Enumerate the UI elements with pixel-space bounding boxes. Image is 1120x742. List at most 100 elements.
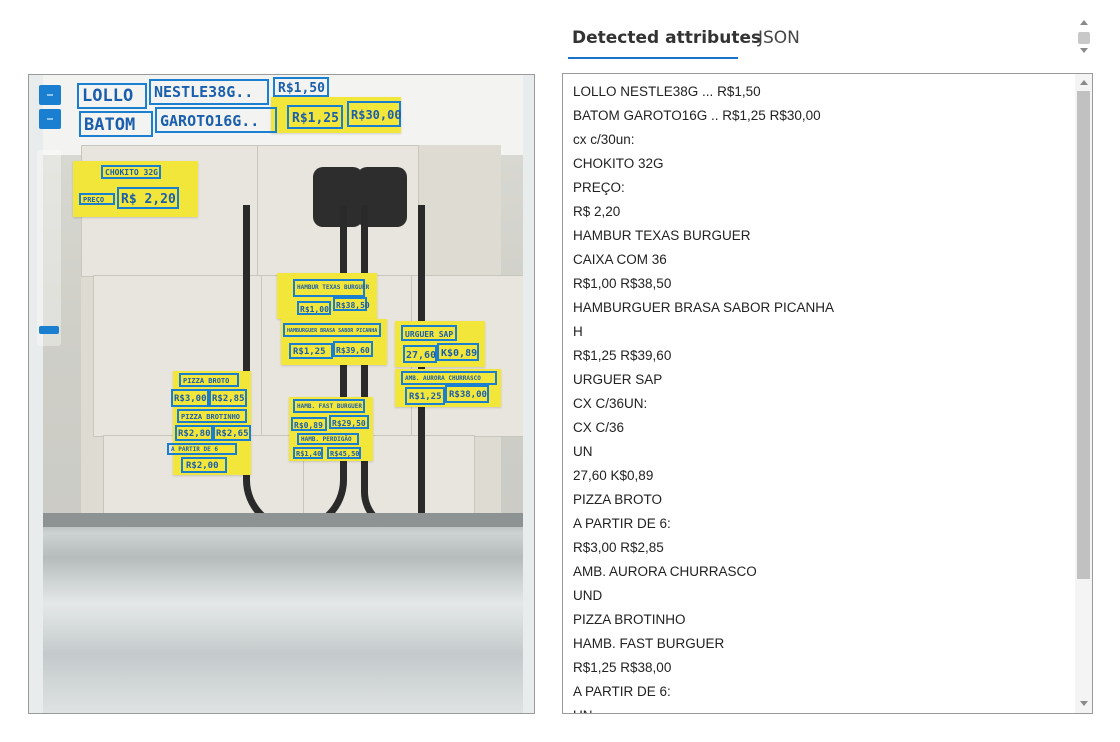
shelf-edge	[43, 513, 523, 527]
detection-box[interactable]: URGUER SAP	[401, 325, 457, 341]
detection-box[interactable]: R$0,89	[291, 417, 327, 431]
detection-box[interactable]: 27,60	[403, 345, 437, 363]
scroll-down-icon[interactable]	[1080, 48, 1088, 53]
detection-label: HAMBUR TEXAS BURGUER	[297, 284, 370, 291]
detection-box[interactable]: R$30,00	[347, 101, 402, 127]
detection-label: R$1,50	[278, 81, 325, 96]
power-cable	[243, 205, 347, 532]
detection-box[interactable]: R$29,50	[329, 415, 369, 429]
detection-label: R$1,25	[409, 392, 442, 402]
detection-label: HAMB. FAST BURGUER	[297, 403, 363, 410]
detection-box[interactable]: R$1,25	[405, 387, 445, 405]
detected-text-line: PREÇO:	[573, 180, 625, 195]
detection-box[interactable]: R$ 2,20	[117, 187, 179, 209]
detection-label: URGUER SAP	[405, 330, 454, 339]
zoom-in-button[interactable]	[39, 85, 61, 105]
page-scrollbar[interactable]	[1076, 16, 1092, 58]
detection-label: LOLLO	[82, 86, 134, 106]
detection-box[interactable]: PREÇO	[79, 193, 115, 205]
detection-box[interactable]: PIZZA BROTO	[179, 373, 239, 387]
scroll-up-icon[interactable]	[1080, 80, 1088, 85]
detection-box[interactable]: AMB. AURORA CHURRASCO	[401, 371, 497, 385]
detection-label: HAMBURGUER BRASA SABOR PICANHA	[287, 328, 378, 334]
detected-text-line: A PARTIR DE 6:	[573, 516, 671, 531]
detection-box[interactable]: R$3,00	[171, 389, 209, 407]
detected-text-line: HAMB. FAST BURGUER	[573, 636, 725, 651]
detection-label: R$1,25	[292, 111, 339, 126]
detection-box[interactable]: R$45,50	[327, 447, 361, 459]
detection-box[interactable]: K$0,89	[437, 343, 479, 361]
detection-box[interactable]: HAMB. FAST BURGUER	[293, 399, 365, 413]
detected-text-line: UND	[573, 588, 603, 603]
detected-text-line: R$ 2,20	[573, 204, 621, 219]
detected-text-line: H	[573, 324, 583, 339]
scroll-up-icon[interactable]	[1080, 20, 1088, 25]
attributes-scrollbar-thumb[interactable]	[1077, 91, 1090, 579]
detection-label: 27,60	[406, 350, 437, 361]
detected-text-line: R$3,00 R$2,85	[573, 540, 664, 555]
detection-box[interactable]: BATOM	[79, 111, 153, 137]
detection-box[interactable]: A PARTIR DE 6	[167, 443, 237, 455]
detection-label: R$30,00	[351, 108, 402, 122]
detection-box[interactable]: R$38,00	[445, 385, 489, 403]
attributes-scrollbar[interactable]	[1075, 74, 1092, 713]
tab-detected-attributes[interactable]: Detected attributes	[572, 28, 761, 48]
detection-label: PREÇO	[83, 196, 105, 204]
store-photo: LOLLO NESTLE38G.. R$1,50 BATOM GAROTO16G…	[43, 75, 523, 713]
detection-label: A PARTIR DE 6	[171, 446, 218, 453]
detection-box[interactable]: R$1,40	[293, 447, 323, 459]
page-scrollbar-thumb[interactable]	[1078, 32, 1090, 44]
detection-box[interactable]: R$38,50	[333, 297, 370, 311]
detection-box[interactable]: NESTLE38G..	[149, 79, 269, 105]
detection-label: R$45,50	[330, 450, 360, 458]
detected-text-line: CHOKITO 32G	[573, 156, 664, 171]
detected-text-line: R$1,25 R$39,60	[573, 348, 672, 363]
detection-box[interactable]: PIZZA BROTINHO	[177, 409, 247, 423]
detection-label: R$38,50	[336, 301, 370, 310]
detection-box[interactable]: R$1,25	[289, 343, 333, 359]
detection-label: R$0,89	[294, 421, 323, 430]
tab-json[interactable]: JSON	[758, 28, 800, 48]
detection-box[interactable]: CHOKITO 32G	[101, 165, 161, 179]
detection-box[interactable]: R$1,50	[273, 77, 329, 97]
detection-label: R$1,00	[300, 305, 329, 314]
zoom-slider-thumb[interactable]	[39, 326, 59, 334]
detection-box[interactable]: R$2,65	[213, 425, 251, 441]
detected-text-line: 27,60 K$0,89	[573, 468, 654, 483]
detection-label: AMB. AURORA CHURRASCO	[405, 375, 481, 382]
image-viewer[interactable]: LOLLO NESTLE38G.. R$1,50 BATOM GAROTO16G…	[28, 74, 535, 714]
detection-box[interactable]: HAMBURGUER BRASA SABOR PICANHA	[283, 323, 381, 337]
detection-box[interactable]: R$1,25	[287, 105, 343, 129]
detection-label: GAROTO16G..	[160, 112, 260, 130]
detected-text-line: A PARTIR DE 6:	[573, 684, 671, 699]
detection-box[interactable]: HAMB. PERDIGÃO	[297, 433, 359, 445]
detection-box[interactable]: R$2,00	[181, 457, 227, 473]
detected-text-line: PIZZA BROTINHO	[573, 612, 686, 627]
detection-box[interactable]: GAROTO16G..	[155, 107, 277, 133]
detection-box[interactable]: HAMBUR TEXAS BURGUER	[293, 279, 369, 297]
active-tab-indicator	[568, 57, 738, 59]
zoom-slider-track[interactable]	[37, 150, 61, 346]
detected-text-line: AMB. AURORA CHURRASCO	[573, 564, 757, 579]
metal-shelf	[43, 513, 523, 713]
detection-box[interactable]: LOLLO	[77, 83, 147, 109]
detection-label: PIZZA BROTO	[183, 377, 230, 385]
detected-attributes-panel[interactable]: LOLLO NESTLE38G ... R$1,50 BATOM GAROTO16…	[562, 73, 1093, 714]
detection-label: R$1,25	[293, 347, 326, 357]
detected-text-line: UN	[573, 706, 1073, 713]
detection-label: R$ 2,20	[121, 192, 176, 207]
scroll-down-icon[interactable]	[1080, 701, 1088, 706]
detection-label: R$2,80	[178, 429, 211, 439]
detected-text-list: LOLLO NESTLE38G ... R$1,50 BATOM GAROTO16…	[573, 82, 1073, 713]
detected-text-line: CX C/36UN:	[573, 396, 648, 411]
detection-label: R$2,65	[216, 429, 249, 439]
detection-box[interactable]: R$1,00	[297, 301, 331, 315]
detection-label: R$2,85	[212, 394, 245, 404]
detection-box[interactable]: R$2,80	[175, 425, 213, 441]
detection-label: NESTLE38G..	[154, 83, 254, 101]
zoom-out-button[interactable]	[39, 109, 61, 129]
detected-text-line: cx c/30un:	[573, 132, 635, 147]
detection-box[interactable]: R$2,85	[209, 389, 247, 407]
detection-box[interactable]: R$39,60	[333, 341, 373, 357]
detection-label: K$0,89	[441, 348, 478, 359]
